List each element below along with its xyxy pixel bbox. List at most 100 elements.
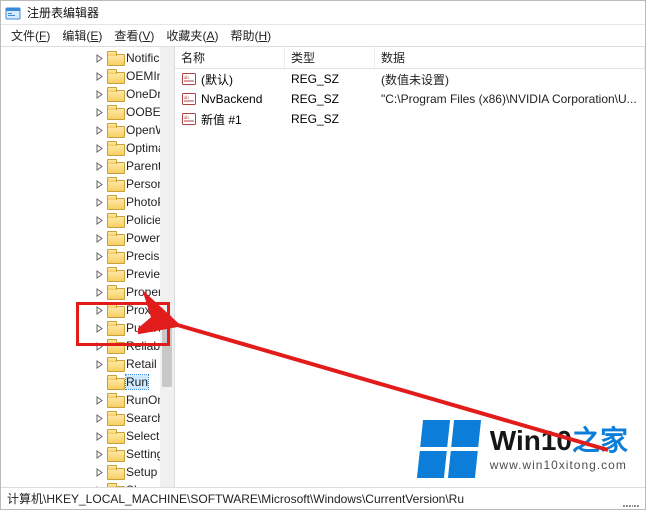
tree-node[interactable]: Reliabili	[5, 337, 174, 355]
expander-icon[interactable]	[93, 70, 105, 82]
expander-icon[interactable]	[93, 52, 105, 64]
tree-node[interactable]: Precisio	[5, 247, 174, 265]
value-name: 新值 #1	[201, 111, 242, 128]
expander-icon[interactable]	[93, 484, 105, 487]
menu-view[interactable]: 查看(V)	[108, 25, 160, 46]
tree-node-label: OOBE	[126, 105, 161, 119]
folder-icon	[107, 123, 123, 137]
tree-node[interactable]: Selectiv	[5, 427, 174, 445]
menu-bar: 文件(F) 编辑(E) 查看(V) 收藏夹(A) 帮助(H)	[1, 25, 645, 47]
folder-icon	[107, 429, 123, 443]
window-title: 注册表编辑器	[27, 4, 99, 21]
tree-node[interactable]: PushNo	[5, 319, 174, 337]
expander-icon[interactable]	[93, 214, 105, 226]
expander-icon[interactable]	[93, 160, 105, 172]
folder-icon	[107, 321, 123, 335]
expander-icon[interactable]	[93, 196, 105, 208]
scrollbar-thumb[interactable]	[162, 315, 172, 387]
expander-icon[interactable]	[93, 250, 105, 262]
tree-scrollbar[interactable]	[160, 47, 174, 487]
value-type-cell: REG_SZ	[285, 72, 375, 86]
value-list-pane: 名称 类型 数据 ab(默认)REG_SZ(数值未设置)abNvBackendR…	[175, 47, 645, 487]
value-name-cell: ab(默认)	[175, 71, 285, 88]
value-row[interactable]: abNvBackendREG_SZ"C:\Program Files (x86)…	[175, 89, 645, 109]
tree-node[interactable]: Retail	[5, 355, 174, 373]
column-headers: 名称 类型 数据	[175, 47, 645, 69]
tree-node[interactable]: Persona	[5, 175, 174, 193]
tree-node[interactable]: Notifica	[5, 49, 174, 67]
value-row[interactable]: ab(默认)REG_SZ(数值未设置)	[175, 69, 645, 89]
app-icon	[5, 5, 21, 21]
expander-icon[interactable]	[93, 340, 105, 352]
folder-icon	[107, 105, 123, 119]
tree-node[interactable]: SharedD	[5, 481, 174, 487]
expander-icon[interactable]	[93, 268, 105, 280]
resize-grip[interactable]	[623, 491, 639, 507]
expander-icon[interactable]	[93, 286, 105, 298]
folder-icon	[107, 303, 123, 317]
folder-icon	[107, 249, 123, 263]
menu-help[interactable]: 帮助(H)	[224, 25, 277, 46]
title-bar[interactable]: 注册表编辑器	[1, 1, 645, 25]
expander-icon[interactable]	[93, 124, 105, 136]
expander-icon[interactable]	[93, 322, 105, 334]
tree-node[interactable]: Parenta	[5, 157, 174, 175]
folder-icon	[107, 195, 123, 209]
tree-node[interactable]: RunOn	[5, 391, 174, 409]
tree-node[interactable]: Setup	[5, 463, 174, 481]
tree-node-label: Run	[126, 375, 148, 389]
folder-icon	[107, 159, 123, 173]
tree-node-label: RunOn	[126, 393, 164, 407]
expander-icon[interactable]	[93, 88, 105, 100]
menu-favorites[interactable]: 收藏夹(A)	[160, 25, 224, 46]
expander-icon[interactable]	[93, 232, 105, 244]
expander-icon[interactable]	[93, 358, 105, 370]
value-name-cell: abNvBackend	[175, 91, 285, 107]
value-row[interactable]: ab 新值 #1 REG_SZ	[175, 109, 645, 129]
menu-edit[interactable]: 编辑(E)	[56, 25, 108, 46]
folder-icon	[107, 213, 123, 227]
tree-node[interactable]: Proximi	[5, 301, 174, 319]
expander-icon[interactable]	[93, 142, 105, 154]
status-path: 计算机\HKEY_LOCAL_MACHINE\SOFTWARE\Microsof…	[7, 490, 464, 507]
tree-node[interactable]: Run	[5, 373, 174, 391]
expander-icon[interactable]	[93, 412, 105, 424]
tree-node[interactable]: OneDriv	[5, 85, 174, 103]
value-list[interactable]: ab(默认)REG_SZ(数值未设置)abNvBackendREG_SZ"C:\…	[175, 69, 645, 487]
tree-node[interactable]: PowerE	[5, 229, 174, 247]
column-name[interactable]: 名称	[175, 47, 285, 68]
column-data[interactable]: 数据	[375, 47, 645, 68]
svg-text:ab: ab	[184, 96, 189, 101]
expander-icon[interactable]	[93, 430, 105, 442]
registry-tree[interactable]: NotificaOEMInfoOneDriv OOBE OpenWOptimalPa…	[1, 47, 174, 487]
folder-icon	[107, 231, 123, 245]
tree-node[interactable]: OEMInfo	[5, 67, 174, 85]
tree-node-label: Retail	[126, 357, 157, 371]
folder-icon	[107, 177, 123, 191]
expander-icon[interactable]	[93, 466, 105, 478]
expander-icon[interactable]	[93, 394, 105, 406]
registry-editor-window: 注册表编辑器 文件(F) 编辑(E) 查看(V) 收藏夹(A) 帮助(H) No…	[0, 0, 646, 510]
tree-node[interactable]: PhotoPr	[5, 193, 174, 211]
tree-node[interactable]: Propert	[5, 283, 174, 301]
expander-icon[interactable]	[93, 106, 105, 118]
tree-pane[interactable]: NotificaOEMInfoOneDriv OOBE OpenWOptimalPa…	[1, 47, 175, 487]
value-type-cell: REG_SZ	[285, 112, 375, 126]
tree-node[interactable]: Search	[5, 409, 174, 427]
tree-node[interactable]: Policies	[5, 211, 174, 229]
tree-node[interactable]: OOBE	[5, 103, 174, 121]
tree-node[interactable]: OpenW	[5, 121, 174, 139]
svg-text:ab: ab	[184, 116, 189, 121]
tree-node[interactable]: SettingS	[5, 445, 174, 463]
tree-node[interactable]: Preview	[5, 265, 174, 283]
column-type[interactable]: 类型	[285, 47, 375, 68]
status-bar: 计算机\HKEY_LOCAL_MACHINE\SOFTWARE\Microsof…	[1, 487, 645, 509]
expander-icon[interactable]	[93, 448, 105, 460]
expander-icon[interactable]	[93, 304, 105, 316]
tree-node[interactable]: Optimal	[5, 139, 174, 157]
folder-icon	[107, 411, 123, 425]
folder-icon	[107, 267, 123, 281]
menu-file[interactable]: 文件(F)	[5, 25, 56, 46]
value-name: (默认)	[201, 71, 233, 88]
expander-icon[interactable]	[93, 178, 105, 190]
